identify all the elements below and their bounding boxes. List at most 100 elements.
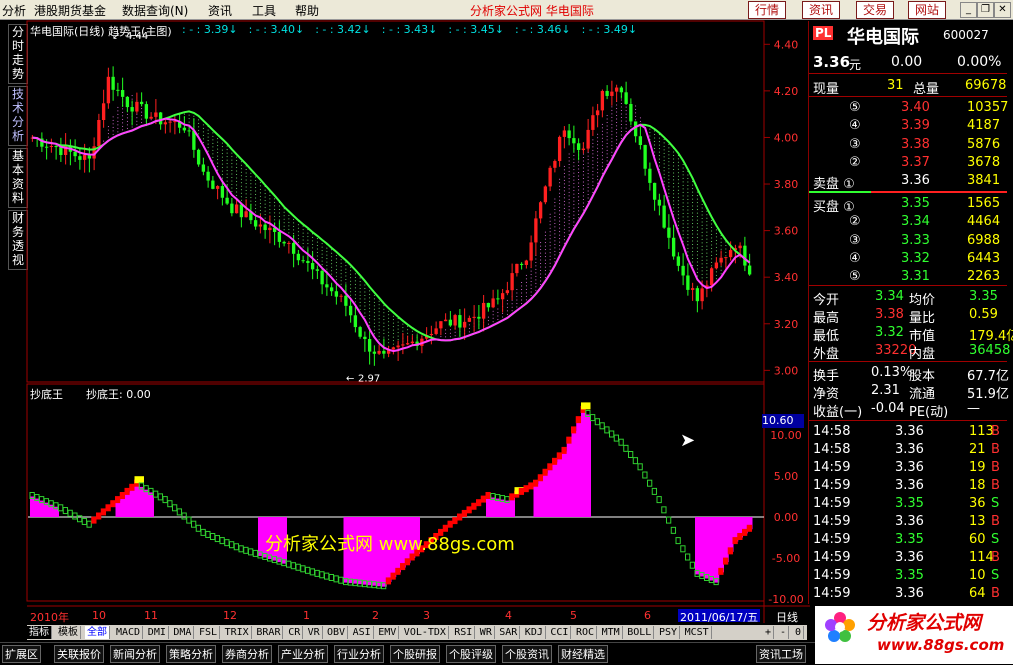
- website-button[interactable]: 网站: [908, 1, 947, 19]
- stat-label: 内盘: [909, 347, 936, 362]
- ribbon-dot: [183, 113, 185, 115]
- bottom-tab[interactable]: 券商分析: [222, 645, 272, 663]
- bottom-tab[interactable]: 策略分析: [166, 645, 216, 663]
- indicator-tab[interactable]: CR: [286, 626, 304, 639]
- ribbon-dot: [245, 172, 247, 174]
- ma-top-labels: : - : 3.39↓: - : 3.40↓: - : 3.42↓: - : 3…: [182, 23, 648, 36]
- ribbon-dot: [383, 329, 385, 331]
- ribbon-dot: [601, 158, 603, 160]
- bid-price: 3.34: [901, 214, 930, 230]
- menu-item-info[interactable]: 资讯: [208, 2, 232, 19]
- indicator-control-button[interactable]: 0: [793, 626, 805, 639]
- tick-volume: 21: [969, 442, 986, 457]
- restore-icon[interactable]: ❐: [977, 2, 994, 18]
- ribbon-dot: [701, 263, 703, 265]
- ribbon-dot: [587, 180, 589, 182]
- trade-button[interactable]: 交易: [856, 1, 895, 19]
- ribbon-dot: [326, 251, 328, 253]
- minimize-icon[interactable]: _: [960, 2, 977, 18]
- ribbon-dot: [696, 209, 698, 211]
- bottom-tab[interactable]: 扩展区: [2, 645, 41, 663]
- ribbon-dot: [525, 274, 527, 276]
- indicator-control-button[interactable]: -: [778, 626, 790, 639]
- bottom-tab[interactable]: 关联报价: [54, 645, 104, 663]
- indicator-tab[interactable]: VR: [306, 626, 323, 639]
- menu-item-data-query[interactable]: 数据查询(N): [122, 2, 188, 19]
- menu-item-help[interactable]: 帮助: [295, 2, 319, 19]
- ribbon-dot: [392, 329, 394, 331]
- indicator-tab[interactable]: BOLL: [625, 626, 655, 639]
- ribbon-dot: [255, 207, 257, 209]
- ribbon-dot: [625, 110, 627, 112]
- indicator-tab[interactable]: WR: [478, 626, 495, 639]
- indicator-tab[interactable]: 指标: [27, 626, 52, 639]
- sub-trend-block: [252, 549, 259, 557]
- indicator-tab[interactable]: 全部: [85, 626, 110, 639]
- candle-body: [144, 104, 149, 119]
- indicator-tab[interactable]: EMV: [376, 626, 400, 639]
- candle-body: [448, 319, 453, 326]
- bottom-tab[interactable]: 行业分析: [334, 645, 384, 663]
- indicator-tab[interactable]: KDJ: [523, 626, 546, 639]
- ribbon-dot: [635, 115, 637, 117]
- ribbon-dot: [720, 266, 722, 268]
- indicator-tab[interactable]: PSY: [657, 626, 681, 639]
- ribbon-dot: [492, 317, 494, 319]
- ribbon-dot: [620, 127, 622, 129]
- indicator-tab[interactable]: MCST: [683, 626, 712, 639]
- indicator-tab[interactable]: MTM: [600, 626, 623, 639]
- low-arrow-icon: ←: [346, 373, 354, 384]
- ribbon-dot: [701, 270, 703, 272]
- indicator-tab[interactable]: SAR: [497, 626, 521, 639]
- ribbon-dot: [554, 208, 556, 210]
- menu-item-hk-futures[interactable]: 港股期货基金: [34, 2, 106, 19]
- ribbon-dot: [217, 141, 219, 143]
- indicator-tab[interactable]: OBV: [325, 626, 349, 639]
- indicator-tab[interactable]: DMA: [171, 626, 195, 639]
- candle-body: [367, 339, 372, 352]
- bottom-tab[interactable]: 产业分析: [278, 645, 328, 663]
- ribbon-dot: [549, 224, 551, 226]
- ribbon-dot: [316, 238, 318, 240]
- ribbon-dot: [468, 324, 470, 326]
- ask-price: 3.37: [901, 154, 930, 170]
- indicator-tab[interactable]: RSI: [452, 626, 476, 639]
- quote-button[interactable]: 行情: [748, 1, 787, 19]
- indicator-tab[interactable]: VOL-TDX: [402, 626, 449, 639]
- ribbon-dot: [373, 301, 375, 303]
- indicator-tab[interactable]: FSL: [197, 626, 221, 639]
- close-icon[interactable]: ✕: [994, 2, 1011, 18]
- bottom-tab[interactable]: 新闻分析: [110, 645, 160, 663]
- ribbon-dot: [696, 251, 698, 253]
- indicator-control-button[interactable]: +: [763, 626, 775, 639]
- period-label[interactable]: 日线: [776, 609, 798, 625]
- tick-price: 3.35: [895, 496, 924, 511]
- ribbon-dot: [706, 263, 708, 265]
- bottom-tab[interactable]: 财经精选: [558, 645, 608, 663]
- indicator-tab[interactable]: 模板: [56, 626, 81, 639]
- sub-trend-block: [319, 571, 325, 579]
- indicator-tab[interactable]: CCI: [548, 626, 572, 639]
- ribbon-dot: [112, 119, 114, 121]
- ribbon-dot: [259, 202, 261, 204]
- ribbon-dot: [364, 288, 366, 290]
- sub-trend-block: [105, 504, 111, 512]
- indicator-tab[interactable]: MACD: [114, 626, 144, 639]
- ribbon-dot: [682, 233, 684, 235]
- candle-body: [638, 136, 643, 146]
- indicator-tab[interactable]: ASI: [351, 626, 374, 639]
- indicator-tab[interactable]: TRIX: [223, 626, 252, 639]
- ribbon-dot: [563, 221, 565, 223]
- menu-item-analysis[interactable]: 分析: [2, 2, 26, 19]
- menu-item-tools[interactable]: 工具: [252, 2, 276, 19]
- indicator-tab[interactable]: ROC: [574, 626, 598, 639]
- indicator-tab[interactable]: BRAR: [254, 626, 284, 639]
- info-button[interactable]: 资讯: [802, 1, 841, 19]
- sub-bar: [533, 484, 539, 517]
- bottom-tab[interactable]: 个股评级: [446, 645, 496, 663]
- bottom-tab[interactable]: 个股研报: [390, 645, 440, 663]
- ribbon-dot: [231, 170, 233, 172]
- indicator-tab[interactable]: DMI: [146, 626, 169, 639]
- bottom-tab[interactable]: 个股资讯: [502, 645, 552, 663]
- bottom-tab[interactable]: 资讯工场: [756, 645, 806, 663]
